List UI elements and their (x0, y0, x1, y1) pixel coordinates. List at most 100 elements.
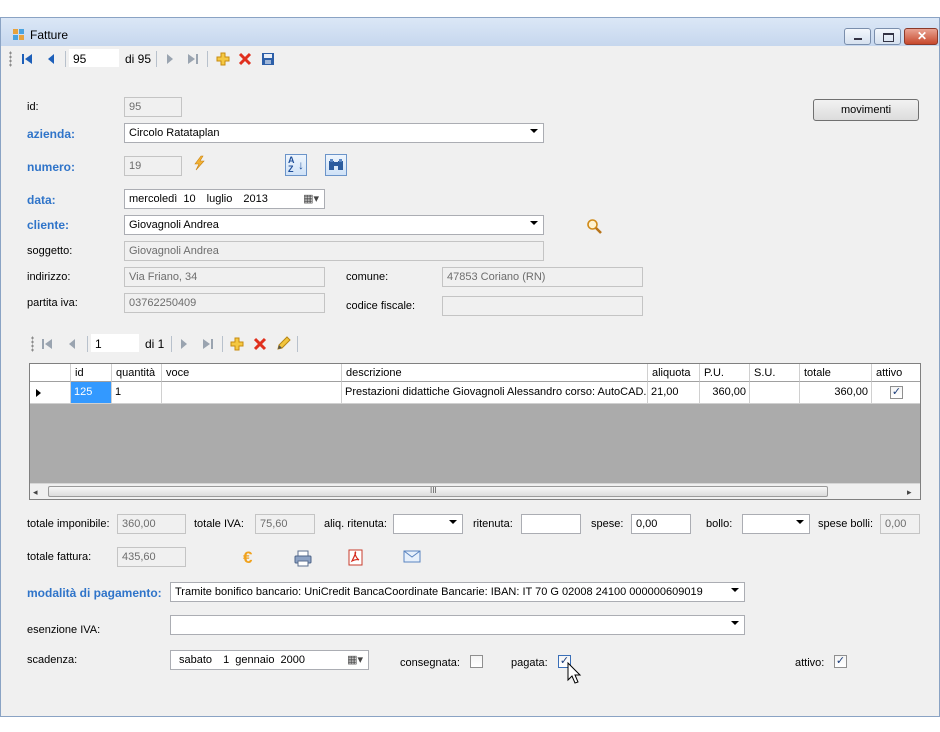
ritenuta-field[interactable] (521, 514, 581, 534)
data-datepicker[interactable]: mercoledì 10 luglio 2013 ▦▾ (124, 189, 325, 209)
scadenza-datepicker[interactable]: sabato 1 gennaio 2000 ▦▾ (170, 650, 369, 670)
comune-field: 47853 Coriano (RN) (442, 267, 643, 287)
lightning-icon[interactable] (191, 155, 207, 171)
row-attivo-checkbox[interactable]: ✓ (890, 386, 903, 399)
cell-attivo[interactable]: ✓ (872, 382, 920, 404)
modalita-pagamento-select[interactable]: Tramite bonifico bancario: UniCredit Ban… (170, 582, 745, 602)
indirizzo-label: indirizzo: (27, 271, 71, 283)
move-first-icon[interactable] (41, 338, 53, 350)
move-first-icon[interactable] (21, 53, 33, 65)
spese-field[interactable]: 0,00 (631, 514, 691, 534)
column-header[interactable]: attivo (872, 364, 920, 382)
column-header[interactable]: aliquota (648, 364, 700, 382)
separator (65, 51, 66, 67)
add-new-icon[interactable] (216, 52, 230, 66)
printer-icon[interactable] (294, 550, 312, 567)
delete-icon[interactable] (253, 337, 267, 351)
maximize-button[interactable] (874, 28, 901, 45)
toolbar-grip[interactable] (9, 51, 12, 67)
position-input[interactable]: 95 (69, 49, 119, 67)
soggetto-label: soggetto: (27, 245, 73, 257)
horizontal-scrollbar[interactable]: ◂ III ▸ (30, 483, 920, 499)
azienda-select[interactable]: Circolo Ratataplan (124, 123, 544, 143)
esenzione-iva-select[interactable] (170, 615, 745, 635)
totale-imponibile-label: totale imponibile: (27, 518, 110, 530)
azienda-value: Circolo Ratataplan (129, 127, 220, 139)
thumb-grip: III (430, 486, 437, 495)
scroll-right-icon[interactable]: ▸ (907, 487, 912, 498)
cell-aliquota[interactable]: 21,00 (648, 382, 700, 404)
calendar-icon: ▦▾ (303, 193, 319, 205)
movimenti-button[interactable]: movimenti (813, 99, 919, 121)
pencil-icon[interactable] (275, 336, 291, 352)
cliente-label: cliente: (27, 218, 70, 232)
separator (171, 336, 172, 352)
column-header[interactable]: S.U. (750, 364, 800, 382)
delete-icon[interactable] (238, 52, 252, 66)
spese-label: spese: (591, 518, 624, 530)
close-icon: ✕ (917, 29, 928, 43)
pagata-label: pagata: (511, 657, 548, 669)
cell-voce[interactable] (162, 382, 342, 404)
sort-button[interactable]: AZ ↓ (285, 154, 307, 176)
soggetto-field: Giovagnoli Andrea (124, 241, 544, 261)
sort-arrow-icon: ↓ (298, 158, 304, 172)
pdf-icon[interactable] (348, 549, 364, 566)
modalita-pagamento-value: Tramite bonifico bancario: UniCredit Ban… (175, 586, 703, 598)
app-icon (13, 29, 25, 41)
current-row-icon (36, 389, 41, 397)
spese-bolli-field: 0,00 (880, 514, 920, 534)
totale-fattura-field: 435,60 (117, 547, 186, 567)
attivo-checkbox[interactable]: ✓ (834, 655, 847, 668)
cell-su[interactable] (750, 382, 800, 404)
cliente-value: Giovagnoli Andrea (129, 219, 219, 231)
column-header[interactable]: id (71, 364, 112, 382)
id-label: id: (27, 101, 39, 113)
cliente-select[interactable]: Giovagnoli Andrea (124, 215, 544, 235)
calendar-icon: ▦▾ (347, 654, 363, 666)
move-previous-icon[interactable] (46, 53, 56, 65)
modalita-pagamento-label: modalità di pagamento: (27, 586, 162, 600)
column-header[interactable]: P.U. (700, 364, 750, 382)
column-header[interactable]: quantità (112, 364, 162, 382)
cell-descrizione[interactable]: Prestazioni didattiche Giovagnoli Alessa… (342, 382, 648, 404)
email-icon[interactable] (403, 550, 421, 563)
aliq-ritenuta-select[interactable] (393, 514, 463, 534)
bollo-select[interactable] (742, 514, 810, 534)
column-header[interactable]: descrizione (342, 364, 648, 382)
move-last-icon[interactable] (187, 53, 199, 65)
move-next-icon[interactable] (165, 53, 175, 65)
ritenuta-label: ritenuta: (473, 518, 513, 530)
righe-datagrid[interactable]: id quantità voce descrizione aliquota P.… (29, 363, 921, 500)
euro-icon[interactable]: € (243, 548, 252, 568)
cell-pu[interactable]: 360,00 (700, 382, 750, 404)
cell-id[interactable]: 125 (71, 382, 112, 404)
find-button[interactable] (325, 154, 347, 176)
move-previous-icon[interactable] (67, 338, 77, 350)
toolbar-grip[interactable] (31, 336, 34, 352)
id-field: 95 (124, 97, 182, 117)
detail-position-input[interactable]: 1 (91, 334, 139, 352)
separator (297, 336, 298, 352)
row-header-corner (30, 364, 71, 382)
minimize-button[interactable] (844, 28, 871, 45)
totale-iva-label: totale IVA: (194, 518, 244, 530)
binoculars-icon (329, 159, 343, 170)
separator (156, 51, 157, 67)
cell-totale[interactable]: 360,00 (800, 382, 872, 404)
column-header[interactable]: totale (800, 364, 872, 382)
close-window-button[interactable]: ✕ (904, 28, 938, 45)
scroll-left-icon[interactable]: ◂ (33, 487, 38, 498)
move-next-icon[interactable] (179, 338, 189, 350)
save-icon[interactable] (261, 52, 275, 66)
scroll-thumb[interactable]: III (48, 486, 828, 497)
attivo-label: attivo: (795, 657, 825, 669)
column-header[interactable]: voce (162, 364, 342, 382)
row-header[interactable] (30, 382, 71, 404)
aliq-ritenuta-label: aliq. ritenuta: (324, 518, 387, 530)
move-last-icon[interactable] (202, 338, 214, 350)
add-new-icon[interactable] (230, 337, 244, 351)
cell-quantita[interactable]: 1 (112, 382, 162, 404)
search-icon[interactable] (586, 218, 603, 235)
consegnata-checkbox[interactable] (470, 655, 483, 668)
